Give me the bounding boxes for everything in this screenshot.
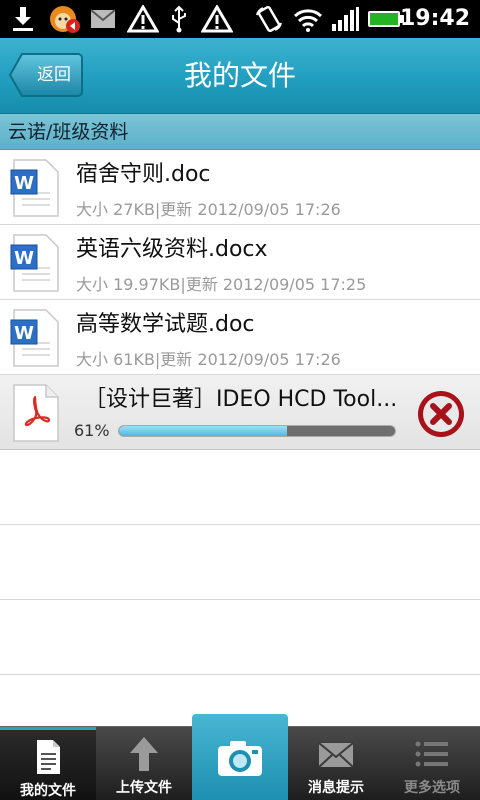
- avatar-icon: [46, 5, 82, 33]
- word-doc-icon: W: [10, 308, 62, 368]
- file-meta: 大小 61KB|更新 2012/09/05 17:26: [76, 350, 341, 369]
- title-bar: 返回 我的文件: [0, 38, 480, 114]
- upload-arrow-icon: [124, 735, 164, 773]
- file-meta: 大小 19.97KB|更新 2012/09/05 17:25: [76, 275, 367, 294]
- tab-label: 消息提示: [308, 780, 364, 796]
- back-button[interactable]: 返回: [8, 52, 84, 98]
- word-doc-icon: W: [10, 233, 62, 293]
- envelope-icon: [316, 735, 356, 773]
- mail-icon: [88, 5, 118, 33]
- tab-label: 我的文件: [20, 783, 76, 799]
- progress-bar-fill: [119, 426, 288, 436]
- tab-messages[interactable]: 消息提示: [288, 727, 384, 800]
- warning-icon: [126, 5, 160, 33]
- tab-label: 上传文件: [116, 780, 172, 796]
- file-row[interactable]: W 高等数学试题.doc 大小 61KB|更新 2012/09/05 17:26: [0, 300, 480, 375]
- download-row[interactable]: ［设计巨著］IDEO HCD Tool... 61%: [0, 375, 480, 450]
- file-name: 宿舍守则.doc: [76, 162, 211, 187]
- empty-row: [0, 525, 480, 600]
- svg-text:W: W: [14, 173, 34, 194]
- svg-text:W: W: [14, 323, 34, 344]
- tab-upload[interactable]: 上传文件: [96, 727, 192, 800]
- usb-icon: [166, 5, 192, 33]
- document-icon: [28, 738, 68, 776]
- svg-text:W: W: [14, 248, 34, 269]
- page-title: 我的文件: [183, 59, 296, 92]
- status-bar: 19:42: [0, 0, 480, 38]
- tab-label: 更多选项: [404, 780, 460, 796]
- file-meta: 大小 27KB|更新 2012/09/05 17:26: [76, 200, 341, 219]
- back-label: 返回: [37, 65, 71, 85]
- clock: 19:42: [399, 6, 470, 31]
- signal-icon: [330, 5, 360, 33]
- tab-my-files[interactable]: 我的文件: [0, 727, 96, 800]
- download-file-name: ［设计巨著］IDEO HCD Tool...: [84, 387, 398, 412]
- pdf-icon: [10, 383, 62, 443]
- wifi-icon: [292, 5, 324, 33]
- progress-bar: [118, 425, 396, 437]
- file-name: 英语六级资料.docx: [76, 237, 268, 262]
- rotate-icon: [254, 5, 284, 33]
- camera-icon: [216, 738, 264, 778]
- empty-row: [0, 450, 480, 525]
- cancel-download-icon[interactable]: [416, 389, 466, 439]
- empty-row: [0, 600, 480, 675]
- breadcrumb[interactable]: 云诺/班级资料: [0, 114, 480, 150]
- file-name: 高等数学试题.doc: [76, 312, 255, 337]
- file-row[interactable]: W 英语六级资料.docx 大小 19.97KB|更新 2012/09/05 1…: [0, 225, 480, 300]
- warning-icon: [200, 5, 234, 33]
- file-row[interactable]: W 宿舍守则.doc 大小 27KB|更新 2012/09/05 17:26: [0, 150, 480, 225]
- download-icon: [8, 5, 38, 33]
- tab-more[interactable]: 更多选项: [384, 727, 480, 800]
- list-icon: [412, 735, 452, 773]
- progress-percent: 61%: [74, 421, 110, 440]
- tab-camera[interactable]: [192, 714, 288, 800]
- word-doc-icon: W: [10, 158, 62, 218]
